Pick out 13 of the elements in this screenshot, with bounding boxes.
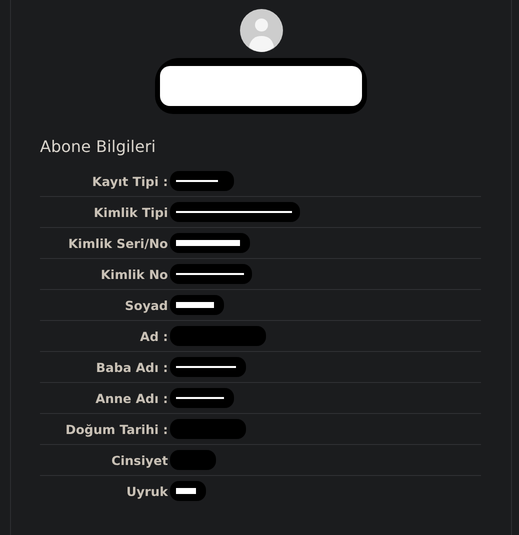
field-label: Uyruk [125, 484, 168, 498]
field-label: Kayıt Tipi : [91, 174, 168, 188]
avatar-icon [240, 9, 282, 52]
field-label: Anne Adı : [94, 390, 168, 406]
field-label: Kimlik No [100, 266, 168, 282]
field-label: Cinsiyet [110, 452, 168, 468]
field-label: Baba Adı : [95, 360, 168, 374]
field-label: Kimlik Tipi [92, 204, 168, 220]
field-label: Soyad [124, 298, 168, 312]
field-label: Doğum Tarihi : [64, 422, 168, 436]
section-title: Abone Bilgileri [40, 137, 157, 156]
field-label: Kimlik Seri/No [67, 236, 168, 250]
field-label: Ad : [139, 328, 168, 344]
